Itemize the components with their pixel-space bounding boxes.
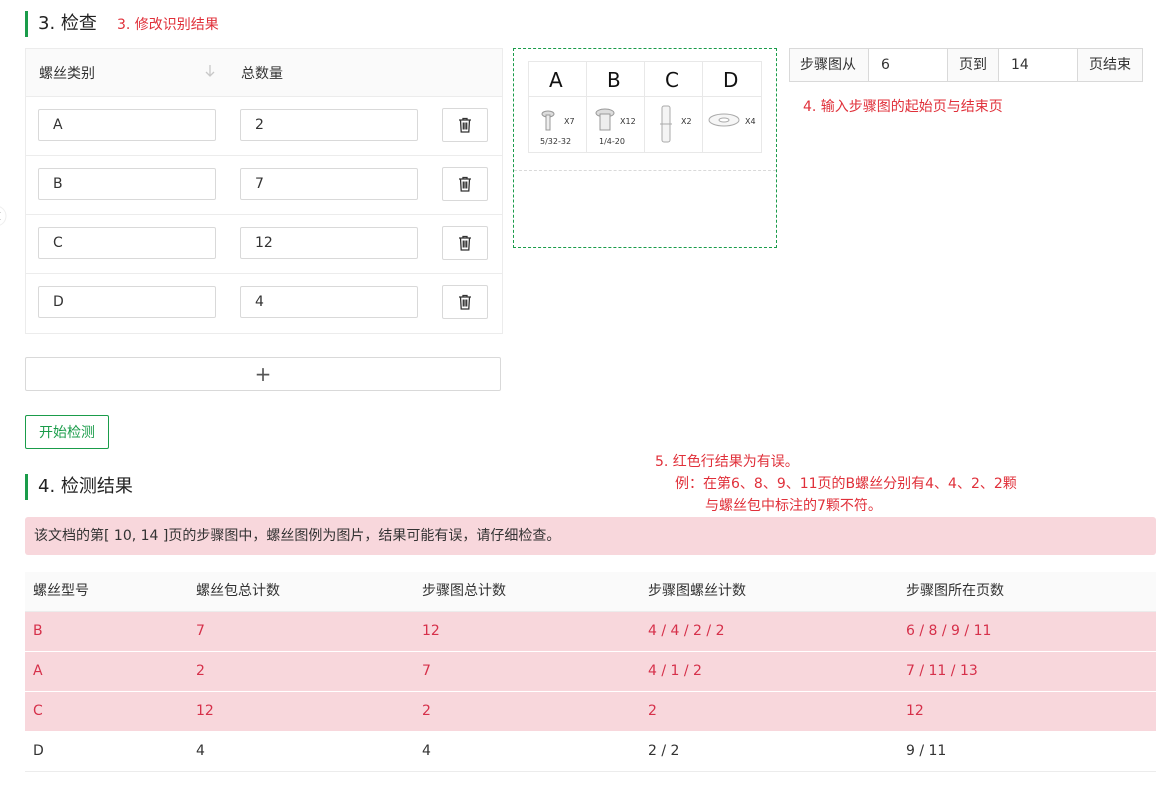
- col-header: 步骤图所在页数: [906, 583, 1004, 599]
- col-header-total: 总数量: [241, 66, 283, 82]
- annotation-line: 与螺丝包中标注的7颗不符。: [705, 498, 882, 514]
- screw-category-table: 螺丝类别 总数量 A 2 B 7 C 12 D 4: [25, 48, 503, 334]
- cell-step-total: 12: [422, 623, 440, 639]
- screw-type-input[interactable]: D: [38, 286, 216, 318]
- screw-row: D 4: [26, 274, 502, 332]
- cell-model: C: [33, 703, 43, 719]
- screw-row: A 2: [26, 97, 502, 156]
- page-end-label: 页结束: [1078, 48, 1143, 82]
- screw-type-input[interactable]: C: [38, 227, 216, 259]
- warning-alert: 该文档的第[ 10, 14 ]页的步骤图中，螺丝图例为图片，结果可能有误，请仔细…: [25, 517, 1156, 555]
- section-title-results: 4. 检测结果: [25, 474, 133, 500]
- col-header-type: 螺丝类别: [39, 66, 95, 82]
- legend-size: 1/4-20: [599, 137, 625, 146]
- delete-button[interactable]: [442, 226, 488, 260]
- trash-icon: [459, 176, 471, 192]
- results-table: 螺丝型号 螺丝包总计数 步骤图总计数 步骤图螺丝计数 步骤图所在页数 B 7 1…: [25, 572, 1156, 772]
- screw-total-input[interactable]: 12: [240, 227, 418, 259]
- table-row: A 2 7 4 / 1 / 2 7 / 11 / 13: [25, 652, 1156, 692]
- delete-button[interactable]: [442, 167, 488, 201]
- cell-step-total: 2: [422, 703, 431, 719]
- legend-qty: X12: [620, 117, 636, 126]
- screw-icon: [595, 108, 615, 131]
- col-header: 步骤图螺丝计数: [648, 583, 746, 599]
- screw-type-input[interactable]: A: [38, 109, 216, 141]
- cell-step-total: 4: [422, 743, 431, 759]
- screw-total-input[interactable]: 7: [240, 168, 418, 200]
- page-to-input[interactable]: 14: [999, 48, 1078, 82]
- cell-pages: 7 / 11 / 13: [906, 663, 978, 679]
- legend-letter: B: [607, 68, 621, 92]
- legend-cell-a: A X7 5/32-32: [529, 62, 587, 152]
- legend-cell-b: B X12 1/4-20: [587, 62, 645, 152]
- legend-letter: A: [549, 68, 563, 92]
- cell-step-counts: 2: [648, 703, 657, 719]
- collapse-arrow-icon[interactable]: [0, 204, 10, 228]
- page-to-label: 页到: [948, 48, 999, 82]
- legend-cell-c: C X2: [645, 62, 703, 152]
- delete-button[interactable]: [442, 285, 488, 319]
- start-check-button[interactable]: 开始检测: [25, 415, 109, 449]
- annotation-line: 5. 红色行结果为有误。: [655, 454, 799, 470]
- legend-image: A X7 5/32-32 B X12 1/4-20 C X2 D X4: [528, 61, 762, 153]
- cell-step-counts: 4 / 4 / 2 / 2: [648, 623, 725, 639]
- table-row: B 7 12 4 / 4 / 2 / 2 6 / 8 / 9 / 11: [25, 612, 1156, 652]
- trash-icon: [459, 235, 471, 251]
- screw-type-input[interactable]: B: [38, 168, 216, 200]
- cell-step-total: 7: [422, 663, 431, 679]
- col-header: 螺丝包总计数: [196, 583, 280, 599]
- legend-letter: C: [665, 68, 679, 92]
- cell-model: D: [33, 743, 44, 759]
- legend-qty: X2: [681, 117, 692, 126]
- dowel-icon: [660, 105, 672, 143]
- cell-pages: 6 / 8 / 9 / 11: [906, 623, 992, 639]
- screw-icon: [541, 110, 555, 131]
- screw-table-header: 螺丝类别 总数量: [26, 49, 502, 97]
- legend-qty: X7: [564, 117, 575, 126]
- cell-model: A: [33, 663, 43, 679]
- add-row-button[interactable]: +: [25, 357, 501, 391]
- trash-icon: [459, 294, 471, 310]
- legend-size: 5/32-32: [540, 137, 572, 146]
- cell-package-count: 12: [196, 703, 214, 719]
- annotation-edit-results: 3. 修改识别结果: [117, 17, 219, 33]
- table-row: D 4 4 2 / 2 9 / 11: [25, 732, 1156, 772]
- page-from-label: 步骤图从: [789, 48, 869, 82]
- trash-icon: [459, 117, 471, 133]
- screw-total-input[interactable]: 2: [240, 109, 418, 141]
- sort-arrow-icon[interactable]: [204, 64, 216, 82]
- page-range-group: 步骤图从 6 页到 14 页结束: [789, 48, 1143, 82]
- section-title-check: 3. 检查: [25, 11, 97, 37]
- screw-row: C 12: [26, 215, 502, 274]
- cell-pages: 9 / 11: [906, 743, 947, 759]
- results-table-header: 螺丝型号 螺丝包总计数 步骤图总计数 步骤图螺丝计数 步骤图所在页数: [25, 572, 1156, 612]
- cell-package-count: 7: [196, 623, 205, 639]
- legend-qty: X4: [745, 117, 756, 126]
- cell-pages: 12: [906, 703, 924, 719]
- cell-step-counts: 4 / 1 / 2: [648, 663, 702, 679]
- page-from-input[interactable]: 6: [869, 48, 948, 82]
- screw-row: B 7: [26, 156, 502, 215]
- screw-total-input[interactable]: 4: [240, 286, 418, 318]
- annotation-red-rows: 5. 红色行结果为有误。 例：在第6、8、9、11页的B螺丝分别有4、4、2、2…: [655, 451, 1017, 517]
- washer-icon: [708, 113, 740, 127]
- col-header: 步骤图总计数: [422, 583, 506, 599]
- cell-package-count: 2: [196, 663, 205, 679]
- annotation-line: 例：在第6、8、9、11页的B螺丝分别有4、4、2、2颗: [675, 476, 1017, 492]
- delete-button[interactable]: [442, 108, 488, 142]
- col-header: 螺丝型号: [33, 583, 89, 599]
- cell-model: B: [33, 623, 43, 639]
- legend-letter: D: [723, 68, 739, 92]
- screw-legend-preview: A X7 5/32-32 B X12 1/4-20 C X2 D X4: [513, 48, 777, 248]
- legend-cell-d: D X4: [703, 62, 761, 152]
- annotation-page-range: 4. 输入步骤图的起始页与结束页: [803, 99, 1003, 115]
- table-row: C 12 2 2 12: [25, 692, 1156, 732]
- cell-package-count: 4: [196, 743, 205, 759]
- cell-step-counts: 2 / 2: [648, 743, 680, 759]
